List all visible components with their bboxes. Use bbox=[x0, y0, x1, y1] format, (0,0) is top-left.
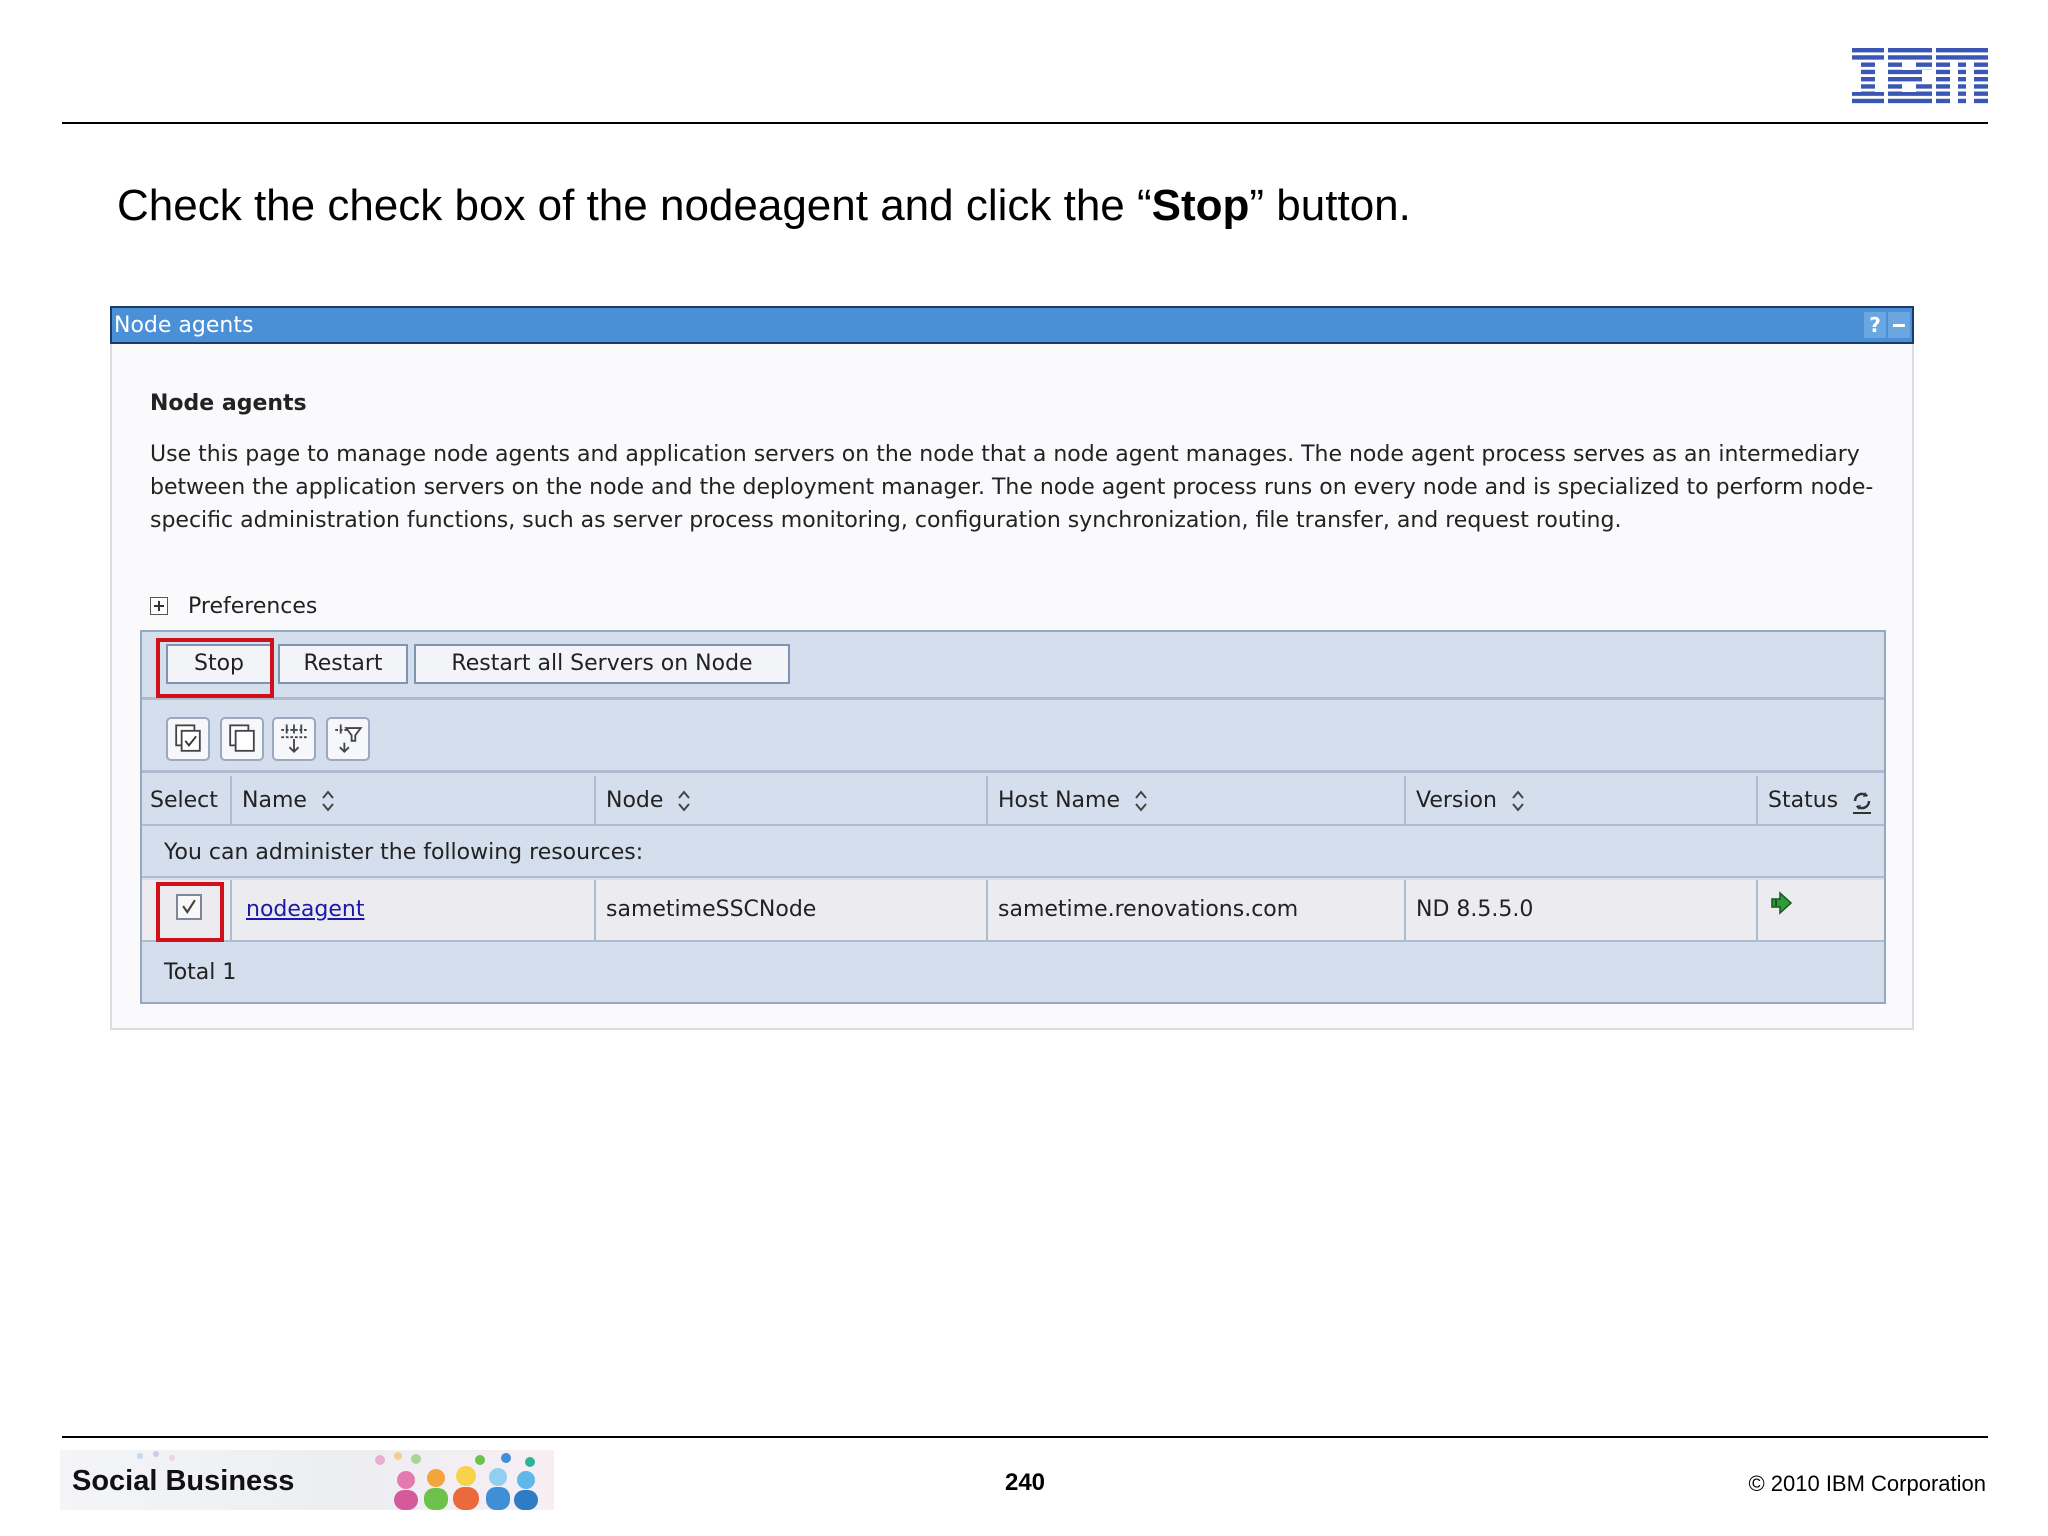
host-name-cell: sametime.renovations.com bbox=[988, 880, 1406, 940]
column-header-select: Select bbox=[142, 776, 232, 826]
ibm-logo-graphic bbox=[1852, 48, 1988, 106]
table-info-message: You can administer the following resourc… bbox=[142, 828, 1884, 878]
column-header-name-label[interactable]: Name bbox=[242, 776, 307, 826]
portlet-titlebar: Node agents ? bbox=[110, 306, 1914, 344]
select-all-icon[interactable] bbox=[166, 717, 210, 761]
stop-button[interactable]: Stop bbox=[166, 644, 272, 684]
button-bar: Stop Restart Restart all Servers on Node bbox=[142, 632, 1884, 700]
instruction-suffix: ” button. bbox=[1249, 181, 1411, 230]
column-header-version-label[interactable]: Version bbox=[1416, 776, 1497, 826]
table-header: Select Name Node Host Name Version Statu… bbox=[142, 776, 1884, 826]
nodeagent-link[interactable]: nodeagent bbox=[246, 897, 364, 922]
ibm-logo bbox=[1852, 48, 1988, 106]
column-header-version[interactable]: Version bbox=[1406, 776, 1758, 826]
minimize-icon[interactable] bbox=[1888, 312, 1910, 338]
status-cell bbox=[1758, 880, 1884, 940]
column-header-name[interactable]: Name bbox=[232, 776, 596, 826]
sort-icon[interactable] bbox=[1511, 789, 1525, 813]
page-description: Use this page to manage node agents and … bbox=[150, 442, 1874, 533]
column-header-status: Status bbox=[1758, 776, 1884, 826]
copyright-text: © 2010 IBM Corporation bbox=[1748, 1471, 1986, 1496]
started-status-icon bbox=[1768, 890, 1794, 916]
sort-icon[interactable] bbox=[321, 789, 335, 813]
sort-icon[interactable] bbox=[677, 789, 691, 813]
header-rule bbox=[62, 122, 1988, 124]
column-header-host-name-label[interactable]: Host Name bbox=[998, 776, 1120, 826]
page-heading: Node agents bbox=[150, 391, 307, 416]
select-cell bbox=[142, 880, 232, 940]
column-header-status-label: Status bbox=[1768, 788, 1839, 813]
table-row: nodeagent sametimeSSCNode sametime.renov… bbox=[142, 880, 1884, 942]
version-cell: ND 8.5.5.0 bbox=[1406, 880, 1758, 940]
instruction-emphasis: Stop bbox=[1151, 181, 1250, 230]
node-agents-collection: Stop Restart Restart all Servers on Node… bbox=[140, 630, 1886, 1004]
page-number: 240 bbox=[1004, 1469, 1046, 1496]
sort-icon[interactable] bbox=[1134, 789, 1148, 813]
column-header-node-label[interactable]: Node bbox=[606, 776, 663, 826]
clear-filter-icon[interactable] bbox=[326, 717, 370, 761]
name-cell: nodeagent bbox=[232, 880, 596, 940]
footer-brand-text: Social Business bbox=[72, 1465, 295, 1497]
column-header-host-name[interactable]: Host Name bbox=[988, 776, 1406, 826]
refresh-icon[interactable] bbox=[1850, 787, 1874, 815]
restart-all-servers-button[interactable]: Restart all Servers on Node bbox=[414, 644, 790, 684]
instruction-prefix: Check the check box of the nodeagent and… bbox=[117, 181, 1152, 230]
portlet-title: Node agents bbox=[114, 313, 254, 338]
table-total: Total 1 bbox=[164, 960, 237, 985]
column-header-select-label: Select bbox=[150, 788, 218, 813]
table-tool-icons bbox=[142, 703, 1884, 773]
show-filter-icon[interactable] bbox=[272, 717, 316, 761]
node-cell: sametimeSSCNode bbox=[596, 880, 988, 940]
select-checkbox[interactable] bbox=[176, 894, 202, 920]
preferences-label[interactable]: Preferences bbox=[188, 594, 317, 619]
node-agents-portlet: Node agents ? Node agents Use this page … bbox=[110, 306, 1914, 1030]
social-business-banner: Social Business bbox=[60, 1450, 554, 1510]
expand-plus-icon[interactable] bbox=[150, 597, 168, 615]
restart-button[interactable]: Restart bbox=[278, 644, 408, 684]
preferences-toggle[interactable]: Preferences bbox=[150, 592, 317, 620]
deselect-all-icon[interactable] bbox=[220, 717, 264, 761]
help-icon[interactable]: ? bbox=[1864, 312, 1886, 338]
footer-rule bbox=[62, 1436, 1988, 1438]
instruction-text: Check the check box of the nodeagent and… bbox=[117, 180, 1411, 232]
column-header-node[interactable]: Node bbox=[596, 776, 988, 826]
